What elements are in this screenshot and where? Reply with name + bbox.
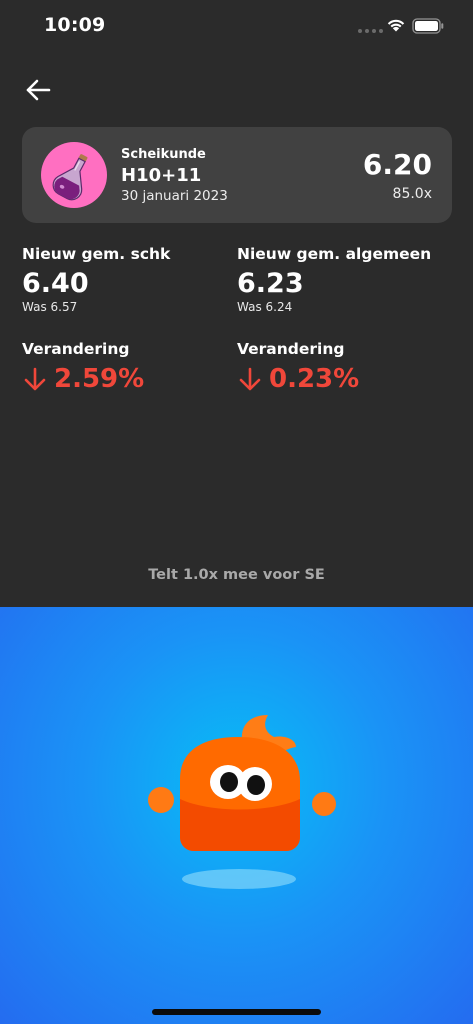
overall-average-label: Nieuw gem. algemeen xyxy=(237,245,432,263)
grade-value: 6.20 xyxy=(362,148,432,181)
grade-weight: 85.0x xyxy=(392,186,432,202)
wifi-icon xyxy=(387,19,405,32)
arrow-down-icon xyxy=(239,367,261,391)
test-title: H10+11 xyxy=(121,165,202,186)
cellular-signal-icon xyxy=(358,29,383,33)
weight-note: Telt 1.0x mee voor SE xyxy=(148,567,325,583)
status-bar: 10:09 xyxy=(0,0,473,54)
flask-icon xyxy=(52,154,88,201)
mascot-panel xyxy=(0,607,473,1024)
overall-average-block: Nieuw gem. algemeen 6.23 Was 6.24 xyxy=(237,245,431,314)
overall-change-value: 0.23% xyxy=(269,364,360,394)
arrow-left-icon xyxy=(26,79,51,101)
arrow-down-icon xyxy=(24,367,46,391)
overall-change-block: Verandering 0.23% xyxy=(237,340,359,394)
status-time: 10:09 xyxy=(44,14,106,36)
subject-change-block: Verandering 2.59% xyxy=(22,340,144,394)
overall-average-was: Was 6.24 xyxy=(237,300,293,314)
overall-average-value: 6.23 xyxy=(237,268,304,299)
overall-change-label: Verandering xyxy=(237,340,345,358)
subject-avatar xyxy=(41,142,107,208)
back-button[interactable] xyxy=(24,76,54,104)
subject-average-label: Nieuw gem. schk xyxy=(22,245,171,263)
subject-average-block: Nieuw gem. schk 6.40 Was 6.57 xyxy=(22,245,170,314)
home-indicator xyxy=(152,1009,321,1015)
mascot-illustration xyxy=(148,715,336,889)
subject-change-value: 2.59% xyxy=(54,364,145,394)
battery-icon xyxy=(412,18,444,34)
grade-card: Scheikunde H10+11 30 januari 2023 6.20 8… xyxy=(22,127,452,223)
subject-change-label: Verandering xyxy=(22,340,130,358)
subject-average-was: Was 6.57 xyxy=(22,300,78,314)
test-date: 30 januari 2023 xyxy=(121,188,228,204)
subject-name: Scheikunde xyxy=(121,147,206,162)
subject-average-value: 6.40 xyxy=(22,268,89,299)
